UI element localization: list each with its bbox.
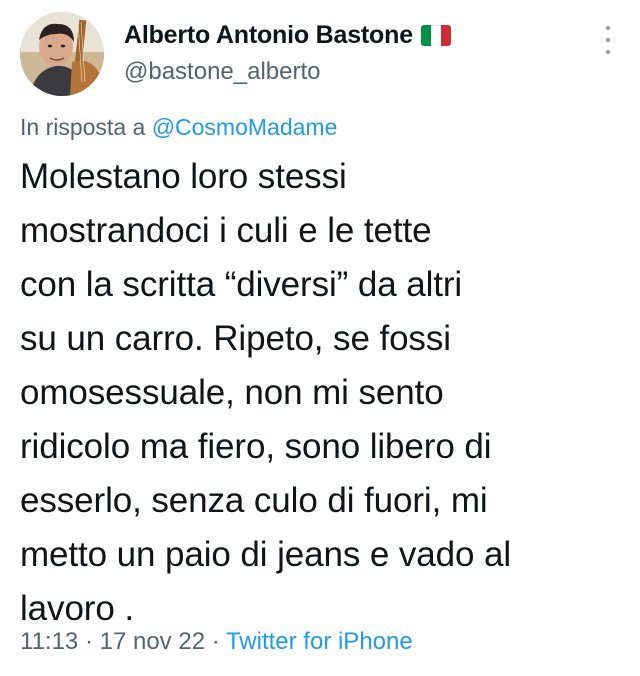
display-name[interactable]: Alberto Antonio Bastone	[124, 21, 413, 50]
reply-mention-link[interactable]: @CosmoMadame	[152, 114, 338, 140]
user-handle[interactable]: @bastone_alberto	[124, 58, 451, 86]
meta-separator: ·	[211, 628, 220, 655]
more-vertical-icon[interactable]	[604, 26, 612, 54]
avatar-photo	[20, 12, 104, 96]
avatar[interactable]	[20, 12, 104, 96]
reply-context: In risposta a @CosmoMadame	[20, 114, 337, 141]
tweet-text: Molestano loro stessi mostrandoci i culi…	[20, 157, 512, 628]
display-name-row: Alberto Antonio Bastone	[124, 18, 451, 52]
meta-separator: ·	[84, 628, 93, 655]
reply-prefix: In risposta a	[20, 114, 146, 140]
flag-italy-icon	[420, 24, 451, 46]
tweet-date[interactable]: 17 nov 22	[100, 628, 205, 655]
tweet-detail: Alberto Antonio Bastone @bastone_alberto…	[0, 0, 640, 676]
tweet-source-link[interactable]: Twitter for iPhone	[226, 628, 413, 655]
tweet-time[interactable]: 11:13	[20, 628, 78, 655]
author-block: Alberto Antonio Bastone @bastone_alberto	[124, 18, 451, 86]
tweet-metadata: 11:13 · 17 nov 22 · Twitter for iPhone	[20, 628, 413, 656]
